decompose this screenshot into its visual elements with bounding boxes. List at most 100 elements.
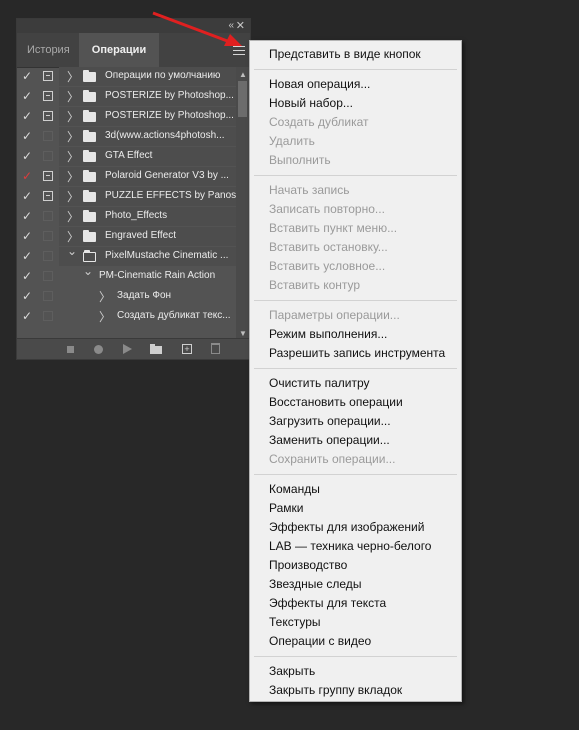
action-content[interactable]: 〉 3d(www.actions4photosh... <box>59 127 236 146</box>
expand-arrow-icon[interactable]: 〉 <box>99 308 111 325</box>
action-content[interactable]: 〉 Создать дубликат текс... <box>59 307 236 326</box>
scroll-thumb[interactable] <box>238 81 247 117</box>
dialog-cell[interactable] <box>38 247 58 266</box>
dialog-cell[interactable] <box>38 207 58 226</box>
action-content[interactable]: 〉 PUZZLE EFFECTS by Panos <box>59 187 236 206</box>
dialog-cell[interactable] <box>38 287 58 306</box>
expanded-arrow-icon[interactable]: ⌄ <box>83 264 93 278</box>
action-set-row[interactable]: ✓ 〉 Операции по умолчанию <box>17 67 236 87</box>
menu-item[interactable]: Закрыть группу вкладок <box>269 681 402 700</box>
menu-item[interactable]: LAB — техника черно-белого <box>269 537 431 556</box>
dialog-cell[interactable] <box>38 87 58 106</box>
toggle-cell[interactable]: ✓ <box>17 287 37 306</box>
action-content[interactable]: 〉 POSTERIZE by Photoshop... <box>59 107 236 126</box>
check-icon[interactable]: ✓ <box>22 169 32 183</box>
toggle-cell[interactable]: ✓ <box>17 127 37 146</box>
check-icon[interactable]: ✓ <box>22 149 32 163</box>
dialog-toggle-empty[interactable] <box>43 131 53 141</box>
dialog-toggle-empty[interactable] <box>43 151 53 161</box>
toggle-cell[interactable]: ✓ <box>17 167 37 186</box>
toggle-cell[interactable]: ✓ <box>17 187 37 206</box>
new-action-icon[interactable]: + <box>182 344 192 354</box>
stop-icon[interactable] <box>67 346 74 353</box>
toggle-cell[interactable]: ✓ <box>17 207 37 226</box>
action-set-row[interactable]: ✓ 〉 PUZZLE EFFECTS by Panos <box>17 187 236 207</box>
dialog-toggle-icon[interactable] <box>43 171 53 181</box>
menu-item[interactable]: Производство <box>269 556 347 575</box>
action-content[interactable]: ⌄ PM-Cinematic Rain Action <box>59 264 236 286</box>
check-icon[interactable]: ✓ <box>22 69 32 83</box>
action-content[interactable]: 〉 Операции по умолчанию <box>59 67 236 86</box>
expand-arrow-icon[interactable]: 〉 <box>67 148 79 165</box>
expand-arrow-icon[interactable]: 〉 <box>67 208 79 225</box>
toggle-cell[interactable]: ✓ <box>17 267 37 286</box>
menu-item[interactable]: Текстуры <box>269 613 321 632</box>
menu-item[interactable]: Заменить операции... <box>269 431 390 450</box>
check-icon[interactable]: ✓ <box>22 109 32 123</box>
action-row[interactable]: ✓ ⌄ PM-Cinematic Rain Action <box>17 264 236 287</box>
action-set-row[interactable]: ✓ 〉 Polaroid Generator V3 by ... <box>17 167 236 187</box>
dialog-toggle-empty[interactable] <box>43 311 53 321</box>
tab-history[interactable]: История <box>17 33 79 67</box>
dialog-toggle-empty[interactable] <box>43 271 53 281</box>
action-set-row[interactable]: ✓ 〉 POSTERIZE by Photoshop... <box>17 87 236 107</box>
dialog-cell[interactable] <box>38 187 58 206</box>
dialog-toggle-icon[interactable] <box>43 71 53 81</box>
dialog-cell[interactable] <box>38 127 58 146</box>
check-icon[interactable]: ✓ <box>22 189 32 203</box>
menu-item[interactable]: Команды <box>269 480 320 499</box>
menu-item[interactable]: Закрыть <box>269 662 315 681</box>
action-set-row[interactable]: ✓ ⌄ PixelMustache Cinematic ... <box>17 244 236 267</box>
action-set-row[interactable]: ✓ 〉 Photo_Effects <box>17 207 236 227</box>
expand-arrow-icon[interactable]: 〉 <box>67 68 79 85</box>
check-icon[interactable]: ✓ <box>22 89 32 103</box>
dialog-cell[interactable] <box>38 147 58 166</box>
action-set-row[interactable]: ✓ 〉 Engraved Effect <box>17 227 236 247</box>
dialog-cell[interactable] <box>38 307 58 326</box>
dialog-toggle-icon[interactable] <box>43 191 53 201</box>
expand-arrow-icon[interactable]: 〉 <box>67 168 79 185</box>
dialog-toggle-empty[interactable] <box>43 251 53 261</box>
scroll-down-arrow-icon[interactable]: ▼ <box>239 329 247 338</box>
menu-item[interactable]: Операции с видео <box>269 632 371 651</box>
expand-arrow-icon[interactable]: 〉 <box>67 188 79 205</box>
expand-arrow-icon[interactable]: 〉 <box>99 288 111 305</box>
trash-icon[interactable] <box>211 343 220 354</box>
action-content[interactable]: 〉 Photo_Effects <box>59 207 236 226</box>
dialog-toggle-icon[interactable] <box>43 111 53 121</box>
toggle-cell[interactable]: ✓ <box>17 247 37 266</box>
menu-item[interactable]: Новый набор... <box>269 94 353 113</box>
record-icon[interactable] <box>94 345 103 354</box>
dialog-toggle-empty[interactable] <box>43 211 53 221</box>
action-content[interactable]: 〉 GTA Effect <box>59 147 236 166</box>
toggle-cell[interactable]: ✓ <box>17 307 37 326</box>
dialog-toggle-empty[interactable] <box>43 231 53 241</box>
toggle-cell[interactable]: ✓ <box>17 227 37 246</box>
menu-item[interactable]: Эффекты для текста <box>269 594 386 613</box>
actions-scrollbar[interactable]: ▲ ▼ <box>236 67 249 341</box>
dialog-toggle-empty[interactable] <box>43 291 53 301</box>
menu-item[interactable]: Эффекты для изображений <box>269 518 424 537</box>
dialog-cell[interactable] <box>38 107 58 126</box>
check-icon[interactable]: ✓ <box>22 309 32 323</box>
toggle-cell[interactable]: ✓ <box>17 147 37 166</box>
menu-item[interactable]: Рамки <box>269 499 303 518</box>
action-set-row[interactable]: ✓ 〉 3d(www.actions4photosh... <box>17 127 236 147</box>
dialog-cell[interactable] <box>38 167 58 186</box>
new-set-folder-icon[interactable] <box>150 344 162 354</box>
scroll-up-arrow-icon[interactable]: ▲ <box>239 70 247 79</box>
tab-actions[interactable]: Операции <box>79 33 159 67</box>
toggle-cell[interactable]: ✓ <box>17 107 37 126</box>
dialog-cell[interactable] <box>38 67 58 86</box>
dialog-cell[interactable] <box>38 267 58 286</box>
action-row[interactable]: ✓ 〉 Задать Фон <box>17 287 236 307</box>
expand-arrow-icon[interactable]: 〉 <box>67 228 79 245</box>
check-icon[interactable]: ✓ <box>22 269 32 283</box>
menu-item[interactable]: Звездные следы <box>269 575 361 594</box>
toggle-cell[interactable]: ✓ <box>17 87 37 106</box>
action-set-row[interactable]: ✓ 〉 POSTERIZE by Photoshop... <box>17 107 236 127</box>
toggle-cell[interactable]: ✓ <box>17 67 37 86</box>
menu-item[interactable]: Режим выполнения... <box>269 325 387 344</box>
expand-arrow-icon[interactable]: 〉 <box>67 88 79 105</box>
action-content[interactable]: 〉 Polaroid Generator V3 by ... <box>59 167 236 186</box>
